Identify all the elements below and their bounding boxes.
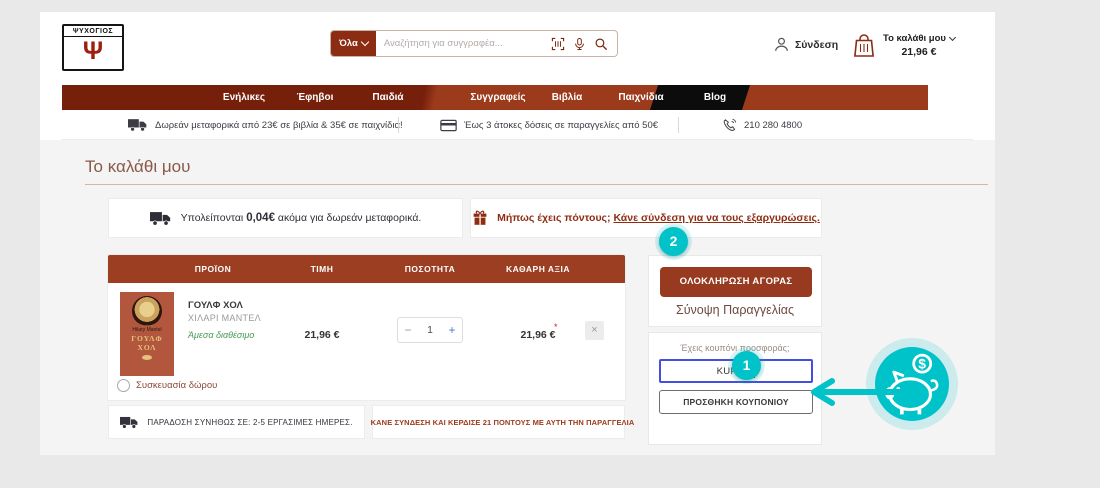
nav-item-kids[interactable]: Παιδιά bbox=[372, 85, 403, 110]
remove-item-button[interactable] bbox=[585, 321, 604, 340]
person-icon bbox=[773, 36, 790, 53]
info-installments-text: Έως 3 άτοκες δόσεις σε παραγγελίες από 5… bbox=[464, 120, 658, 131]
points-notice: Μήπως έχεις πόντους; Κάνε σύνδεση για να… bbox=[470, 198, 822, 238]
product-title[interactable]: ΓΟΥΛΦ ΧΟΛ bbox=[188, 300, 243, 311]
shipping-notice-suffix: ακόμα για δωρεάν μεταφορικά. bbox=[278, 212, 421, 224]
delivery-note-bar: ΠΑΡΑΔΟΣΗ ΣΥΝΗΘΩΣ ΣΕ: 2-5 ΕΡΓΑΣΙΜΕΣ ΗΜΕΡΕ… bbox=[108, 405, 365, 439]
cart-row: Hilary Mantel ΓΟΥΛΦ ΧΟΛ ΓΟΥΛΦ ΧΟΛ ΧΙΛΑΡΙ… bbox=[108, 283, 625, 400]
column-net: ΚΑΘΑΡΗ ΑΞΙΑ bbox=[506, 255, 570, 283]
quantity-stepper: 1 bbox=[397, 317, 463, 343]
book-cover[interactable]: Hilary Mantel ΓΟΥΛΦ ΧΟΛ bbox=[120, 292, 174, 376]
info-phone: 210 280 4800 bbox=[722, 110, 802, 140]
search-bar: Όλα bbox=[330, 30, 618, 57]
add-coupon-button[interactable]: ΠΡΟΣΘΗΚΗ ΚΟΥΠΟΝΙΟΥ bbox=[659, 390, 813, 414]
info-installments: Έως 3 άτοκες δόσεις σε παραγγελίες από 5… bbox=[440, 110, 658, 140]
radio-circle-icon[interactable] bbox=[117, 379, 130, 392]
nav-item-authors[interactable]: Συγγραφείς bbox=[470, 85, 525, 110]
main-nav: Ενήλικες Έφηβοι Παιδιά Συγγραφείς Βιβλία… bbox=[62, 85, 928, 110]
info-phone-number: 210 280 4800 bbox=[744, 120, 802, 131]
coupon-card: Έχεις κουπόνι προσφοράς; KUPLIO ΠΡΟΣΘΗΚΗ… bbox=[648, 332, 822, 445]
order-summary-title: Σύνοψη Παραγγελίας bbox=[649, 303, 821, 317]
site-logo[interactable]: ΨΥΧΟΓΙΟΣ Ψ bbox=[62, 24, 124, 71]
cart-label: Το καλάθι μου bbox=[883, 33, 946, 44]
microphone-icon[interactable] bbox=[573, 37, 586, 51]
points-earn-text: ΚΑΝΕ ΣΥΝΔΕΣΗ ΚΑΙ ΚΕΡΔΙΣΕ 21 ΠΟΝΤΟΥΣ ΜΕ Α… bbox=[371, 418, 635, 427]
chevron-down-icon bbox=[361, 38, 369, 46]
signin-button[interactable]: Σύνδεση bbox=[773, 36, 838, 53]
annotation-badge-1: 1 bbox=[732, 351, 761, 380]
book-cover-author: Hilary Mantel bbox=[120, 327, 174, 334]
free-shipping-notice: Υπολείπονται 0,04€ ακόμα για δωρεάν μετα… bbox=[108, 198, 463, 238]
increase-quantity-button[interactable] bbox=[442, 323, 462, 337]
info-shipping-text: Δωρεάν μεταφορικά από 23€ σε βιβλία & 35… bbox=[155, 120, 403, 131]
column-price: ΤΙΜΗ bbox=[311, 255, 334, 283]
shipping-notice-prefix: Υπολείπονται bbox=[181, 212, 244, 224]
nav-item-blog[interactable]: Blog bbox=[704, 85, 726, 110]
search-input[interactable] bbox=[376, 31, 551, 56]
asterisk-marker bbox=[554, 322, 558, 332]
annotation-arrow bbox=[806, 377, 916, 412]
truck-icon bbox=[120, 416, 139, 429]
product-price: 21,96 € bbox=[304, 329, 339, 341]
logo-text: ΨΥΧΟΓΙΟΣ bbox=[64, 26, 122, 37]
quantity-value[interactable]: 1 bbox=[418, 325, 442, 336]
book-cover-title-line1: ΓΟΥΛΦ bbox=[120, 334, 174, 343]
column-product: ΠΡΟΪΟΝ bbox=[195, 255, 232, 283]
nav-item-adults[interactable]: Ενήλικες bbox=[223, 85, 265, 110]
search-category-dropdown[interactable]: Όλα bbox=[331, 31, 376, 56]
divider bbox=[85, 184, 988, 185]
availability-status: Άμεσα διαθέσιμο bbox=[188, 330, 254, 340]
book-cover-title-line2: ΧΟΛ bbox=[120, 343, 174, 352]
annotation-badge-2: 2 bbox=[659, 227, 688, 256]
phone-icon bbox=[722, 118, 737, 133]
coupon-question: Έχεις κουπόνι προσφοράς; bbox=[649, 343, 821, 353]
signin-label: Σύνδεση bbox=[795, 39, 838, 51]
cart-table: ΠΡΟΪΟΝ ΤΙΜΗ ΠΟΣΟΤΗΤΑ ΚΑΘΑΡΗ ΑΞΙΑ Hilary … bbox=[108, 255, 625, 400]
logo-psi-glyph: Ψ bbox=[64, 37, 122, 65]
nav-item-books[interactable]: Βιβλία bbox=[552, 85, 583, 110]
book-cover-rose-art bbox=[132, 296, 162, 326]
points-notice-text: Μήπως έχεις πόντους; bbox=[497, 212, 610, 224]
gift-wrap-label: Συσκευασία δώρου bbox=[136, 380, 217, 391]
search-icons bbox=[551, 31, 617, 56]
decrease-quantity-button[interactable] bbox=[398, 323, 418, 337]
product-author: ΧΙΛΑΡΙ ΜΑΝΤΕΛ bbox=[188, 313, 261, 323]
shipping-remaining-amount: 0,04€ bbox=[246, 212, 275, 224]
checkout-button[interactable]: ΟΛΟΚΛΗΡΩΣΗ ΑΓΟΡΑΣ bbox=[660, 267, 812, 297]
product-net-value: 21,96 € bbox=[520, 329, 555, 341]
dollar-coin-glyph: $ bbox=[918, 355, 926, 371]
points-signin-link[interactable]: Κάνε σύνδεση για να τους εξαργυρώσεις. bbox=[613, 212, 819, 224]
shopping-bag-icon bbox=[852, 32, 876, 59]
nav-item-teens[interactable]: Έφηβοι bbox=[297, 85, 334, 110]
book-cover-publisher-mark bbox=[142, 355, 152, 360]
delivery-note-text: ΠΑΡΑΔΟΣΗ ΣΥΝΗΘΩΣ ΣΕ: 2-5 ΕΡΓΑΣΙΜΕΣ ΗΜΕΡΕ… bbox=[147, 418, 352, 427]
cart-table-header: ΠΡΟΪΟΝ ΤΙΜΗ ΠΟΣΟΤΗΤΑ ΚΑΘΑΡΗ ΑΞΙΑ bbox=[108, 255, 625, 283]
gift-icon bbox=[472, 210, 488, 226]
cart-texts: Το καλάθι μου 21,96 € bbox=[883, 33, 955, 58]
divider bbox=[398, 117, 399, 133]
page-background: ΨΥΧΟΓΙΟΣ Ψ Όλα Σύνδεση Το καλάθι μου bbox=[0, 0, 1100, 488]
info-free-shipping: Δωρεάν μεταφορικά από 23€ σε βιβλία & 35… bbox=[128, 110, 403, 140]
truck-icon bbox=[128, 118, 148, 132]
credit-card-icon bbox=[440, 119, 457, 132]
cart-dropdown[interactable]: Το καλάθι μου 21,96 € bbox=[852, 32, 955, 59]
cart-total: 21,96 € bbox=[883, 46, 955, 58]
divider bbox=[678, 117, 679, 133]
order-summary-card: ΟΛΟΚΛΗΡΩΣΗ ΑΓΟΡΑΣ Σύνοψη Παραγγελίας bbox=[648, 255, 822, 327]
gift-wrap-option[interactable]: Συσκευασία δώρου bbox=[117, 379, 217, 392]
info-bar: Δωρεάν μεταφορικά από 23€ σε βιβλία & 35… bbox=[62, 110, 973, 140]
column-quantity: ΠΟΣΟΤΗΤΑ bbox=[405, 255, 456, 283]
search-category-label: Όλα bbox=[339, 38, 358, 49]
scan-icon[interactable] bbox=[551, 37, 565, 51]
nav-item-toys[interactable]: Παιχνίδια bbox=[618, 85, 663, 110]
chevron-down-icon bbox=[949, 34, 956, 41]
nav-blog-highlight bbox=[650, 85, 750, 110]
page-title: Το καλάθι μου bbox=[85, 157, 190, 177]
search-icon[interactable] bbox=[594, 37, 608, 51]
points-earn-bar: ΚΑΝΕ ΣΥΝΔΕΣΗ ΚΑΙ ΚΕΡΔΙΣΕ 21 ΠΟΝΤΟΥΣ ΜΕ Α… bbox=[372, 405, 625, 439]
truck-icon bbox=[150, 211, 172, 226]
